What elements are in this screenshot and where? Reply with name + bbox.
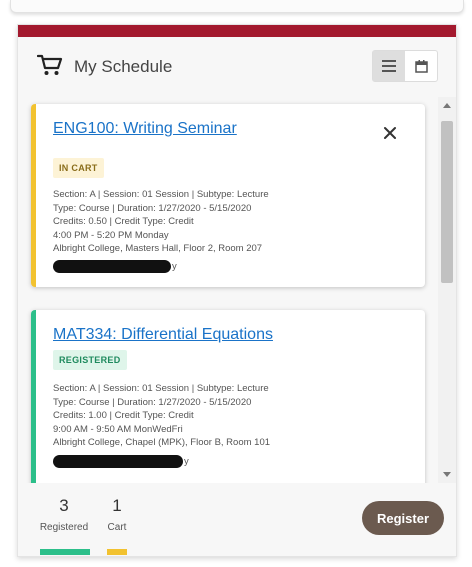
redacted-text <box>53 455 183 468</box>
course-card: MAT334: Differential Equations REGISTERE… <box>31 310 425 483</box>
cart-label: Cart <box>107 522 127 533</box>
scroll-down-icon[interactable] <box>443 472 451 477</box>
scroll-up-icon[interactable] <box>443 103 451 108</box>
detail-line: Type: Course | Duration: 1/27/2020 - 5/1… <box>53 396 252 408</box>
detail-line: Albright College, Chapel (MPK), Floor B,… <box>53 437 271 449</box>
detail-line: Credits: 1.00 | Credit Type: Credit <box>53 410 194 422</box>
status-stripe <box>31 104 36 287</box>
course-title-link[interactable]: MAT334: Differential Equations <box>53 326 273 344</box>
panel-header: My Schedule <box>18 37 456 97</box>
redacted-tail: y <box>172 261 177 272</box>
registered-indicator <box>40 549 90 555</box>
cart-indicator <box>107 549 127 555</box>
panel-title: My Schedule <box>74 57 173 76</box>
calendar-view-button[interactable] <box>405 51 437 81</box>
register-button[interactable]: Register <box>362 501 444 535</box>
view-toggle <box>372 50 438 82</box>
course-card: ENG100: Writing Seminar IN CART Section:… <box>31 104 425 287</box>
course-list[interactable]: ENG100: Writing Seminar IN CART Section:… <box>18 97 456 483</box>
registered-count-group: 3 Registered <box>38 495 90 533</box>
course-title-link[interactable]: ENG100: Writing Seminar <box>53 120 237 138</box>
detail-line: Credits: 0.50 | Credit Type: Credit <box>53 216 194 228</box>
course-details: Section: A | Session: 01 Session | Subty… <box>53 382 270 450</box>
list-view-button[interactable] <box>373 51 405 81</box>
redacted-text <box>53 260 171 273</box>
detail-line: 9:00 AM - 9:50 AM MonWedFri <box>53 423 183 435</box>
registered-label: Registered <box>39 522 89 533</box>
previous-card-edge <box>10 0 464 13</box>
detail-line: Type: Course | Duration: 1/27/2020 - 5/1… <box>53 202 252 214</box>
detail-line: Section: A | Session: 01 Session | Subty… <box>53 189 269 200</box>
status-stripe <box>31 310 36 483</box>
detail-line: Section: A | Session: 01 Session | Subty… <box>53 383 269 394</box>
shopping-cart-icon <box>37 54 63 75</box>
schedule-panel: My Schedule ENG100: Writing Seminar IN C… <box>17 24 457 557</box>
registered-count: 3 <box>59 496 69 515</box>
schedule-footer: 3 Registered 1 Cart Register <box>18 483 456 556</box>
cart-count: 1 <box>112 496 122 515</box>
detail-line: Albright College, Masters Hall, Floor 2,… <box>53 243 263 255</box>
detail-line: 4:00 PM - 5:20 PM Monday <box>53 229 169 241</box>
status-badge: IN CART <box>53 158 104 178</box>
cart-count-group: 1 Cart <box>104 495 130 533</box>
scroll-thumb[interactable] <box>441 121 453 283</box>
vertical-scrollbar[interactable] <box>438 97 456 483</box>
list-view-icon <box>382 60 396 72</box>
close-icon[interactable] <box>383 126 397 140</box>
status-badge: REGISTERED <box>53 350 127 370</box>
redacted-tail: y <box>184 456 189 467</box>
accent-bar <box>18 25 456 37</box>
course-details: Section: A | Session: 01 Session | Subty… <box>53 188 269 256</box>
calendar-view-icon <box>414 59 428 73</box>
